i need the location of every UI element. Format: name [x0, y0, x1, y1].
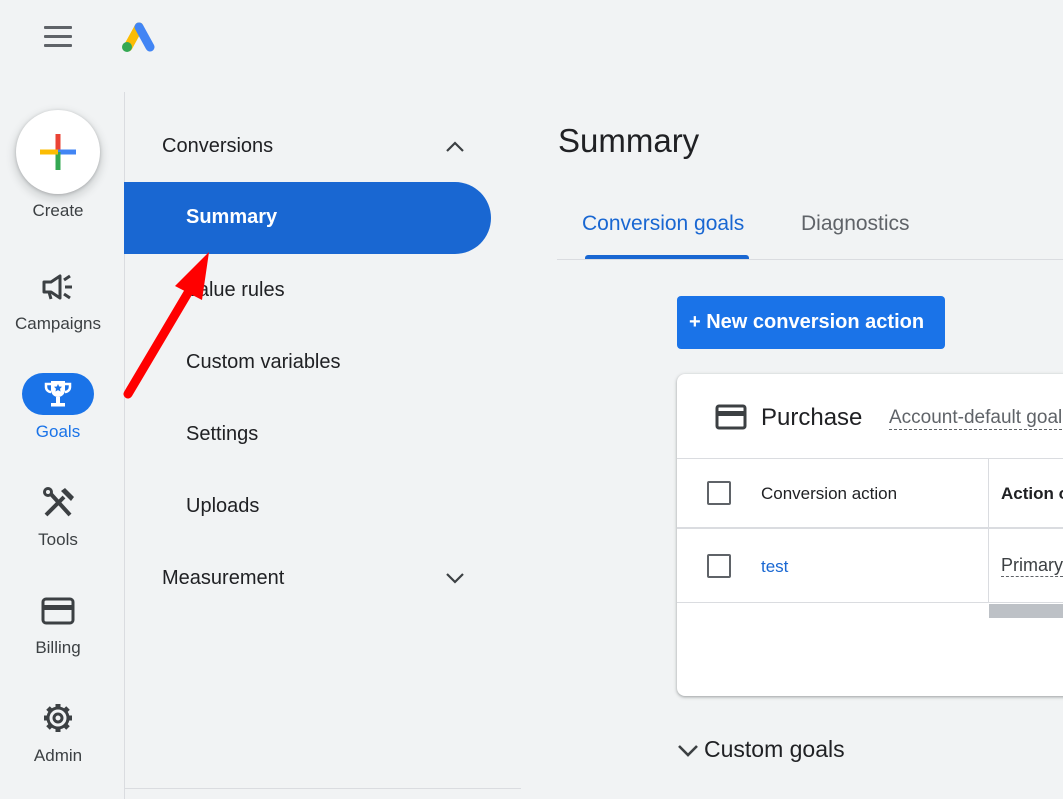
plus-icon: [40, 134, 76, 170]
tools-icon[interactable]: [40, 487, 76, 519]
rail-item-tools[interactable]: Tools: [0, 530, 116, 550]
column-header-conversion-action[interactable]: Conversion action: [761, 484, 897, 504]
megaphone-icon[interactable]: [40, 271, 76, 303]
goal-card-subtitle[interactable]: Account-default goal: [889, 407, 1063, 430]
chevron-down-icon[interactable]: [444, 570, 466, 586]
nav-header-conversions[interactable]: Conversions: [162, 135, 273, 158]
credit-card-icon[interactable]: [40, 596, 76, 628]
credit-card-icon: [715, 404, 747, 430]
trophy-icon: [44, 381, 72, 407]
gear-icon[interactable]: [40, 702, 76, 734]
row-checkbox[interactable]: [707, 554, 731, 578]
action-optimization-value[interactable]: Primary: [1001, 555, 1063, 577]
create-label: Create: [32, 201, 84, 220]
rail-item-goals[interactable]: Goals: [0, 422, 116, 442]
main-menu-button[interactable]: [40, 26, 76, 52]
conversion-action-link[interactable]: test: [761, 557, 788, 577]
rail-item-goals-pill[interactable]: [22, 373, 94, 415]
nav-item-summary-label: Summary: [186, 206, 278, 228]
chevron-down-icon: [678, 745, 698, 757]
nav-item-settings[interactable]: Settings: [186, 423, 258, 446]
nav-item-custom-variables[interactable]: Custom variables: [186, 351, 341, 374]
left-rail: [0, 92, 125, 799]
nav-item-uploads[interactable]: Uploads: [186, 495, 259, 518]
table-row-divider: [677, 602, 1063, 603]
goal-card-title: Purchase: [761, 404, 863, 431]
tab-diagnostics[interactable]: Diagnostics: [801, 212, 910, 236]
select-all-checkbox[interactable]: [707, 481, 731, 505]
column-divider: [988, 459, 989, 603]
rail-item-admin[interactable]: Admin: [0, 746, 116, 766]
google-ads-logo-icon[interactable]: [120, 22, 158, 54]
table-header-divider: [677, 527, 1063, 529]
tab-divider: [557, 259, 1063, 260]
custom-goals-toggle[interactable]: Custom goals: [676, 736, 845, 763]
rail-item-campaigns[interactable]: Campaigns: [0, 314, 116, 334]
custom-goals-label: Custom goals: [704, 736, 845, 762]
goal-card-purchase: Purchase Account-default goal Conversion…: [677, 374, 1063, 696]
horizontal-scrollbar[interactable]: [989, 604, 1063, 618]
create-button[interactable]: [16, 110, 100, 194]
nav-item-value-rules[interactable]: Value rules: [186, 279, 285, 302]
nav-divider: [124, 788, 521, 789]
column-header-action-optimization[interactable]: Action optimization: [1001, 484, 1063, 504]
nav-header-measurement[interactable]: Measurement: [162, 567, 284, 590]
card-header-divider: [677, 458, 1063, 459]
tab-conversion-goals[interactable]: Conversion goals: [582, 212, 744, 236]
nav-item-summary[interactable]: Summary: [124, 182, 491, 254]
chevron-up-icon[interactable]: [444, 138, 466, 154]
rail-item-billing[interactable]: Billing: [0, 638, 116, 658]
new-conversion-action-button[interactable]: + New conversion action: [677, 296, 945, 349]
page-title: Summary: [558, 122, 700, 159]
